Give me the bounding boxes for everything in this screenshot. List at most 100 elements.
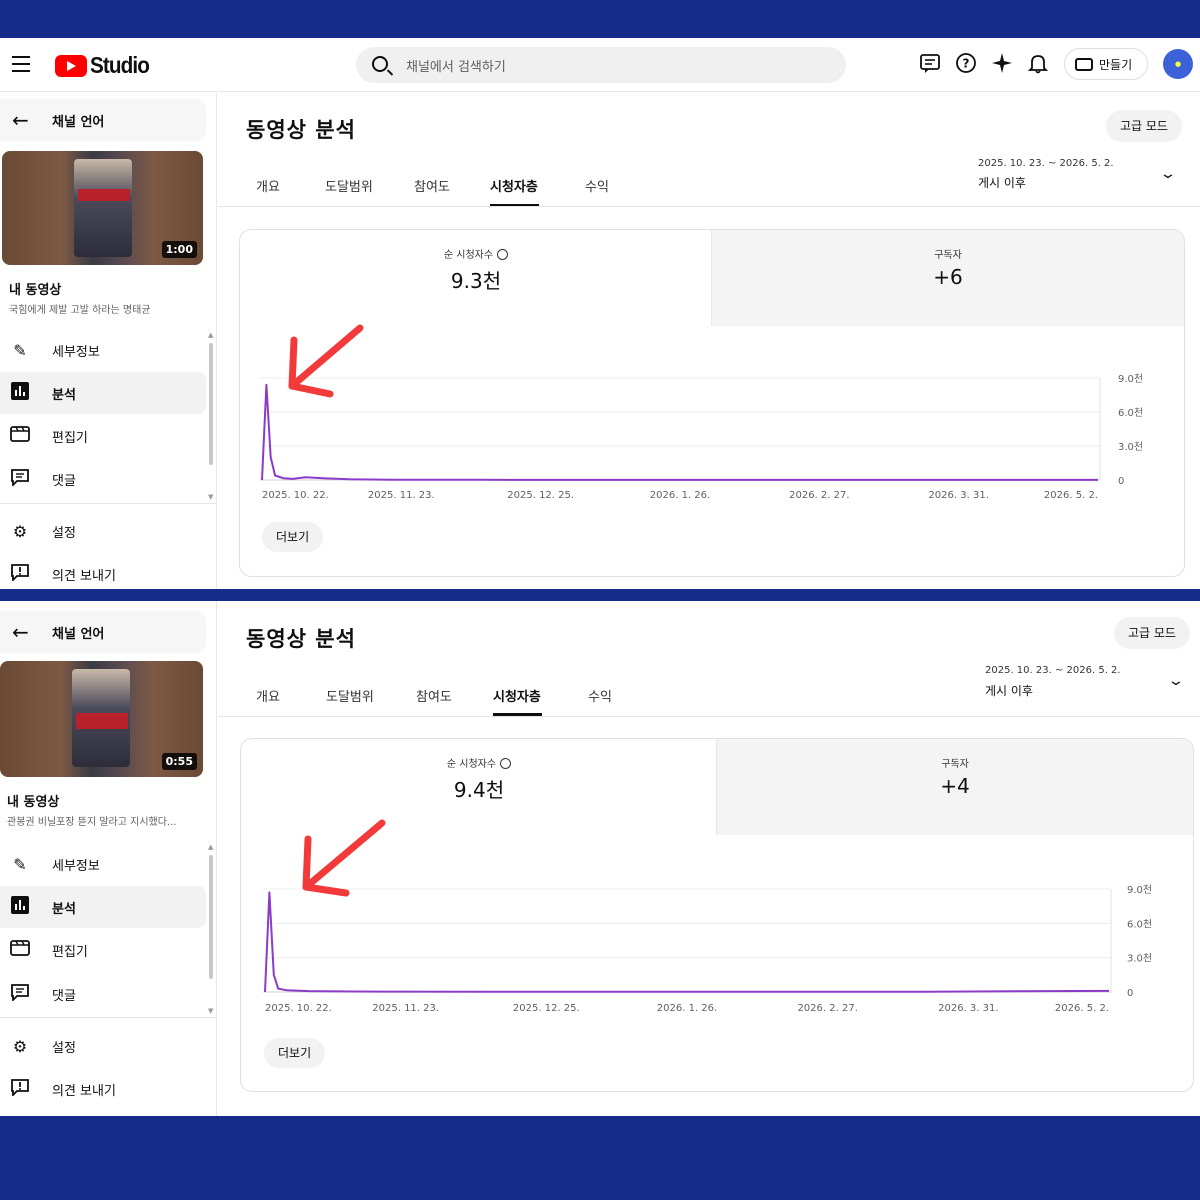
clapperboard-icon xyxy=(10,940,30,960)
sidebar: ← 채널 언어 1:00 내 동영상 국힘에게 제발 고발 하라는 명태균 ✎ … xyxy=(0,93,217,589)
my-video-label: 내 동영상 xyxy=(7,795,60,810)
advanced-mode-button[interactable]: 고급 모드 xyxy=(1106,110,1182,142)
scroll-down-icon[interactable]: ▼ xyxy=(208,1007,213,1015)
x-tick-label: 2026. 2. 27. xyxy=(797,1003,857,1014)
tab-audience[interactable]: 시청자층 xyxy=(493,686,541,705)
sidebar: ← 채널 언어 0:55 내 동영상 관봉권 비닐포장 뜯지 말라고 지시했다.… xyxy=(0,601,217,1116)
x-tick-label: 2026. 5. 2. xyxy=(1044,490,1098,501)
search-placeholder: 채널에서 검색하기 xyxy=(406,60,506,75)
x-tick-label: 2026. 1. 26. xyxy=(657,1003,717,1014)
my-video-label: 내 동영상 xyxy=(9,283,62,298)
scroll-down-icon[interactable]: ▼ xyxy=(208,493,213,501)
top-bar: Studio 채널에서 검색하기 ? 만들기 ● xyxy=(0,38,1200,92)
sidebar-item-label: 분석 xyxy=(52,901,76,917)
y-tick-label: 6.0천 xyxy=(1118,407,1143,419)
page-title: 동영상 분석 xyxy=(246,118,356,142)
comment-icon xyxy=(10,468,30,490)
y-tick-label: 6.0천 xyxy=(1127,918,1152,930)
tab-overview[interactable]: 개요 xyxy=(256,176,280,195)
avatar[interactable]: ● xyxy=(1163,49,1193,79)
sidebar-item-label: 댓글 xyxy=(52,988,76,1004)
back-arrow-icon: ← xyxy=(12,108,29,132)
date-range-label[interactable]: 게시 이후 xyxy=(985,682,1033,699)
scroll-up-icon[interactable]: ▲ xyxy=(208,843,213,851)
sidebar-item-settings[interactable]: ⚙ 설정 xyxy=(0,510,206,552)
sidebar-item-settings[interactable]: ⚙ 설정 xyxy=(0,1025,206,1067)
sidebar-item-details[interactable]: ✎ 세부정보 xyxy=(0,329,206,371)
tab-audience[interactable]: 시청자층 xyxy=(490,176,538,195)
series-line xyxy=(264,891,1110,993)
advanced-mode-button[interactable]: 고급 모드 xyxy=(1114,617,1190,649)
sidebar-item-comments[interactable]: 댓글 xyxy=(0,973,206,1015)
sidebar-item-comments[interactable]: 댓글 xyxy=(0,458,206,500)
search-icon[interactable] xyxy=(372,56,388,72)
sidebar-item-editor[interactable]: 편집기 xyxy=(0,415,206,457)
tab-overview[interactable]: 개요 xyxy=(256,686,280,705)
thumbnail-image xyxy=(74,159,132,257)
logo-text: Studio xyxy=(90,52,150,78)
analytics-icon xyxy=(10,382,30,404)
sidebar-item-label: 세부정보 xyxy=(52,344,100,360)
feedback-icon xyxy=(10,563,30,585)
y-tick-label: 9.0천 xyxy=(1118,373,1143,385)
search-bar[interactable]: 채널에서 검색하기 xyxy=(356,47,846,83)
scroll-up-icon[interactable]: ▲ xyxy=(208,331,213,339)
subtitles-icon[interactable] xyxy=(918,52,942,76)
chevron-down-icon[interactable]: ⌄ xyxy=(1159,166,1177,182)
x-tick-label: 2025. 11. 23. xyxy=(372,1003,439,1014)
sidebar-item-label: 편집기 xyxy=(52,944,88,960)
back-to-channel[interactable]: ← 채널 언어 xyxy=(0,611,206,653)
gear-icon: ⚙ xyxy=(12,521,28,541)
tabs-divider xyxy=(218,206,1200,207)
date-range-text[interactable]: 2025. 10. 23. ~ 2026. 5. 2. xyxy=(978,158,1114,169)
video-title: 관봉권 비닐포장 뜯지 말라고 지시했다... xyxy=(7,817,177,828)
date-range-label[interactable]: 게시 이후 xyxy=(978,174,1026,191)
studio-logo[interactable]: Studio xyxy=(55,52,156,79)
tab-engagement[interactable]: 참여도 xyxy=(416,686,452,705)
tab-engagement[interactable]: 참여도 xyxy=(414,176,450,195)
sidebar-item-label: 의견 보내기 xyxy=(52,1083,116,1099)
series-line xyxy=(261,383,1098,481)
tab-reach[interactable]: 도달범위 xyxy=(325,176,373,195)
more-button[interactable]: 더보기 xyxy=(264,1038,326,1068)
comment-icon xyxy=(10,983,30,1005)
sidebar-item-feedback[interactable]: 의견 보내기 xyxy=(0,1068,206,1110)
back-arrow-icon: ← xyxy=(12,620,29,644)
x-tick-label: 2026. 1. 26. xyxy=(650,490,710,501)
x-tick-label: 2026. 3. 31. xyxy=(938,1003,998,1014)
more-button[interactable]: 더보기 xyxy=(262,522,324,552)
sidebar-scrollbar[interactable] xyxy=(209,855,213,979)
sidebar-item-details[interactable]: ✎ 세부정보 xyxy=(0,843,206,885)
tabs-divider xyxy=(218,716,1200,717)
sidebar-item-analytics[interactable]: 분석 xyxy=(0,886,206,928)
x-tick-label: 2025. 10. 22. xyxy=(262,490,329,501)
analytics-panel-2: ← 채널 언어 0:55 내 동영상 관봉권 비닐포장 뜯지 말라고 지시했다.… xyxy=(0,601,1200,1116)
create-button[interactable]: 만들기 xyxy=(1064,48,1148,80)
clapperboard-icon xyxy=(10,426,30,446)
bell-icon[interactable] xyxy=(1026,52,1050,76)
sidebar-item-analytics[interactable]: 분석 xyxy=(0,372,206,414)
y-tick-label: 9.0천 xyxy=(1127,884,1152,896)
tab-reach[interactable]: 도달범위 xyxy=(326,686,374,705)
help-icon[interactable]: ? xyxy=(954,52,978,76)
viewers-line-chart: 9.0천 6.0천 3.0천 0 2025. 10. 22. 2025. 11. 23. 2… xyxy=(260,373,1143,501)
sidebar-item-editor[interactable]: 편집기 xyxy=(0,929,206,971)
sidebar-item-feedback[interactable]: 의견 보내기 xyxy=(0,553,206,589)
menu-icon[interactable] xyxy=(12,56,30,72)
y-tick-label: 0 xyxy=(1118,476,1124,487)
tab-revenue[interactable]: 수익 xyxy=(585,176,609,195)
chevron-down-icon[interactable]: ⌄ xyxy=(1167,673,1185,689)
sidebar-scrollbar[interactable] xyxy=(209,343,213,465)
back-to-channel[interactable]: ← 채널 언어 xyxy=(0,99,206,141)
tab-revenue[interactable]: 수익 xyxy=(588,686,612,705)
sparkle-icon[interactable] xyxy=(990,52,1014,76)
sidebar-item-label: 설정 xyxy=(52,525,76,541)
video-thumbnail[interactable]: 1:00 xyxy=(2,151,203,265)
date-range-text[interactable]: 2025. 10. 23. ~ 2026. 5. 2. xyxy=(985,665,1121,676)
y-tick-label: 0 xyxy=(1127,988,1133,999)
gear-icon: ⚙ xyxy=(12,1036,28,1056)
y-tick-label: 3.0천 xyxy=(1118,441,1143,453)
analytics-panel-1: Studio 채널에서 검색하기 ? 만들기 ● ← 채널 언어 1:00 내 … xyxy=(0,38,1200,589)
video-thumbnail[interactable]: 0:55 xyxy=(0,661,203,777)
metrics-card: 순 시청자수 9.3천 구독자 +6 9.0천 6.0천 3.0천 0 2025. 10… xyxy=(239,229,1185,577)
